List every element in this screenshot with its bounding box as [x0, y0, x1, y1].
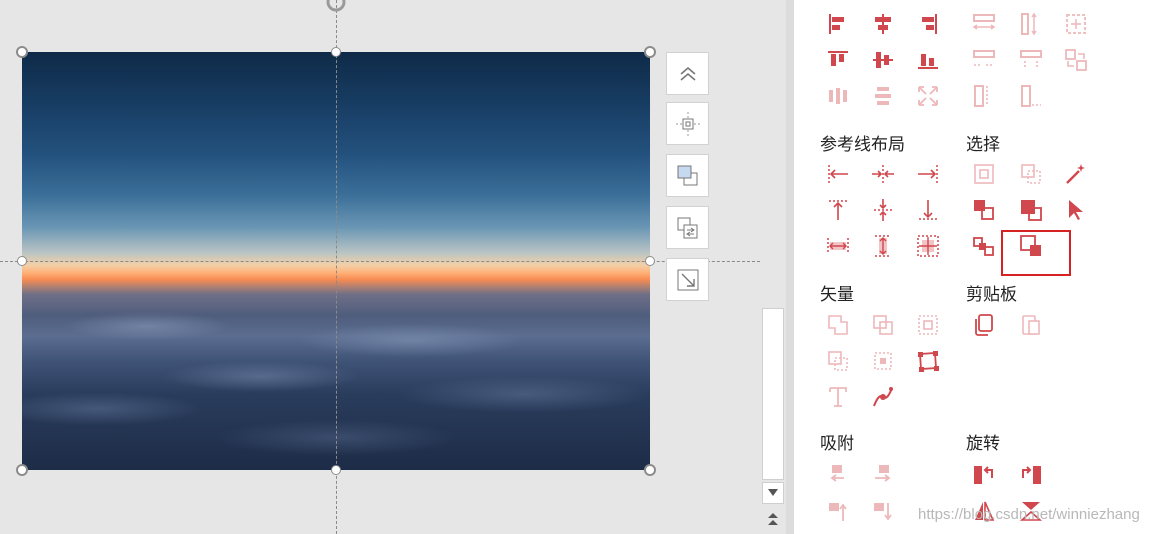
slide-canvas[interactable] — [0, 0, 760, 534]
section-title-vector: 矢量 — [820, 285, 854, 304]
stretch-vertical-icon[interactable] — [972, 84, 996, 108]
section-title-clipboard: 剪贴板 — [966, 285, 1017, 304]
resize-handle-bottom[interactable] — [331, 465, 341, 475]
resize-handle-left[interactable] — [17, 256, 27, 266]
resize-handle-right[interactable] — [645, 256, 655, 266]
section-title-guide-layout: 参考线布局 — [820, 135, 905, 154]
align-top-icon[interactable] — [826, 48, 850, 72]
section-title-snap: 吸附 — [820, 434, 854, 453]
expand-arrows-icon[interactable] — [916, 84, 940, 108]
guide-bottom-arrow-icon[interactable] — [916, 198, 940, 222]
center-align-button[interactable] — [666, 102, 709, 145]
guide-center-arrows-icon[interactable] — [871, 162, 895, 186]
text-to-vector-icon[interactable] — [826, 385, 850, 409]
resize-handle-top[interactable] — [331, 47, 341, 57]
resize-handle-bottom-right[interactable] — [644, 464, 656, 476]
paste-icon[interactable] — [1019, 313, 1043, 337]
layer-order-button[interactable] — [666, 154, 709, 197]
section-title-rotate: 旋转 — [966, 434, 1000, 453]
cursor-arrow-icon[interactable] — [1064, 198, 1088, 222]
select-group-icon[interactable] — [972, 234, 996, 258]
rotate-handle-icon[interactable] — [324, 0, 348, 14]
resize-handle-top-left[interactable] — [16, 46, 28, 58]
guide-fill-height-icon[interactable] — [871, 234, 895, 258]
same-size-icon[interactable] — [1064, 12, 1088, 36]
swap-position-icon[interactable] — [1064, 48, 1088, 72]
watermark-text: https://blog.csdn.net/winniezhang — [918, 506, 1140, 523]
shape-subtract-icon[interactable] — [871, 349, 895, 373]
snap-down-icon[interactable] — [871, 499, 895, 523]
shape-intersect-icon[interactable] — [826, 349, 850, 373]
resize-handle-bottom-left[interactable] — [16, 464, 28, 476]
highlight-box — [1001, 230, 1071, 276]
guide-top-arrow-icon[interactable] — [826, 198, 850, 222]
scrollbar-thumb[interactable] — [762, 308, 784, 480]
guide-middle-arrows-icon[interactable] — [871, 198, 895, 222]
collapse-toolbar-button[interactable] — [666, 52, 709, 95]
shape-combine-icon[interactable] — [871, 313, 895, 337]
rotate-right-icon[interactable] — [1019, 462, 1043, 486]
distribute-horizontal-icon[interactable] — [826, 84, 850, 108]
shape-fragment-icon[interactable] — [916, 313, 940, 337]
snap-left-icon[interactable] — [826, 462, 850, 486]
snap-up-icon[interactable] — [826, 499, 850, 523]
swap-image-button[interactable] — [666, 206, 709, 249]
align-left-icon[interactable] — [826, 12, 850, 36]
resize-arrow-icon — [677, 269, 698, 290]
align-right-icon[interactable] — [916, 12, 940, 36]
snap-right-icon[interactable] — [871, 462, 895, 486]
scroll-to-top-button[interactable] — [762, 508, 784, 530]
stretch-horizontal-icon[interactable] — [1019, 84, 1043, 108]
fit-height-icon[interactable] — [1019, 48, 1043, 72]
select-in-region-icon[interactable] — [1019, 162, 1043, 186]
vertical-guide-line[interactable] — [336, 0, 337, 534]
bring-forward-layer-icon — [677, 165, 697, 185]
select-top-layer-icon[interactable] — [1019, 198, 1043, 222]
edit-points-icon[interactable] — [916, 349, 940, 373]
resize-handle-top-right[interactable] — [644, 46, 656, 58]
rotate-left-icon[interactable] — [972, 462, 996, 486]
select-same-type-icon[interactable] — [972, 162, 996, 186]
guide-right-arrow-icon[interactable] — [916, 162, 940, 186]
shape-union-icon[interactable] — [826, 313, 850, 337]
panel-divider[interactable] — [786, 0, 794, 534]
same-height-icon[interactable] — [1019, 12, 1043, 36]
guide-left-arrow-icon[interactable] — [826, 162, 850, 186]
distribute-vertical-icon[interactable] — [871, 84, 895, 108]
select-overlap-icon[interactable] — [972, 198, 996, 222]
align-bottom-icon[interactable] — [916, 48, 940, 72]
copy-icon[interactable] — [972, 313, 996, 337]
double-triangle-up-icon — [768, 513, 778, 525]
align-center-horizontal-icon[interactable] — [871, 12, 895, 36]
align-middle-vertical-icon[interactable] — [871, 48, 895, 72]
scroll-down-button[interactable] — [762, 482, 784, 504]
guide-fill-all-icon[interactable] — [916, 234, 940, 258]
align-center-target-icon — [675, 111, 700, 136]
section-title-select: 选择 — [966, 135, 1000, 154]
swap-images-icon — [677, 217, 697, 238]
chevrons-up-icon — [679, 66, 696, 81]
triangle-down-icon — [768, 489, 778, 496]
magic-wand-icon[interactable] — [1064, 162, 1088, 186]
guide-fill-width-icon[interactable] — [826, 234, 850, 258]
pen-curve-icon[interactable] — [871, 385, 895, 409]
same-width-icon[interactable] — [972, 12, 996, 36]
fit-width-icon[interactable] — [972, 48, 996, 72]
resize-button[interactable] — [666, 258, 709, 301]
